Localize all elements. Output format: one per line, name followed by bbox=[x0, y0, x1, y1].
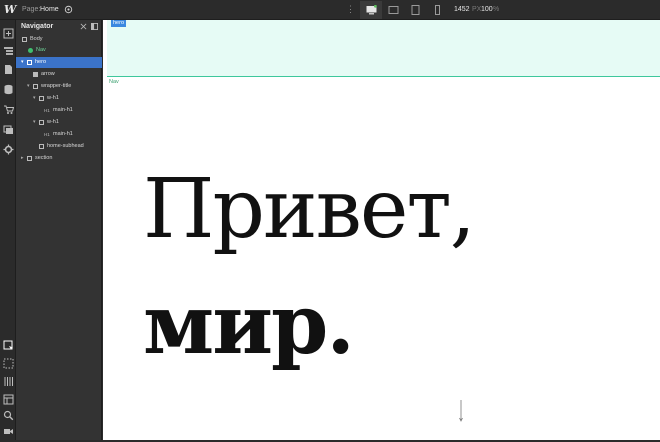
tree-item-arrow[interactable]: arrow bbox=[16, 69, 102, 80]
select-tool-button[interactable] bbox=[3, 338, 14, 350]
zoom-unit: % bbox=[493, 6, 500, 13]
grid-columns-icon bbox=[4, 377, 13, 386]
dock-panel-icon[interactable] bbox=[91, 23, 98, 30]
settings-panel-button[interactable] bbox=[3, 142, 14, 155]
tree-item-w-h1[interactable]: ▾ w-h1 bbox=[16, 117, 102, 128]
nav-symbol-tag[interactable]: Nav bbox=[109, 79, 119, 85]
tree-item-main-h1[interactable]: H1 main-h1 bbox=[16, 105, 102, 116]
mobile-icon bbox=[434, 5, 440, 15]
cursor-select-icon bbox=[3, 340, 13, 350]
desktop-icon bbox=[366, 5, 377, 15]
navigator-panel: Navigator Body Nav ▾ hero arrow ▾ wrappe… bbox=[16, 20, 102, 440]
preview-layout-button[interactable] bbox=[3, 392, 14, 405]
tree-item-section[interactable]: ▸ section bbox=[16, 153, 102, 164]
caret-down-icon[interactable]: ▾ bbox=[33, 117, 36, 128]
caret-down-icon[interactable]: ▾ bbox=[27, 81, 30, 92]
tablet-landscape-icon bbox=[388, 6, 398, 14]
caret-right-icon[interactable]: ▸ bbox=[21, 153, 24, 164]
top-toolbar: W Page: Home ⋮ 1452 PX 100 % bbox=[0, 0, 660, 20]
body-icon bbox=[22, 37, 27, 42]
ecommerce-panel-button[interactable] bbox=[3, 102, 15, 114]
tree-item-w-h1[interactable]: ▾ w-h1 bbox=[16, 93, 102, 104]
collapse-icon[interactable] bbox=[80, 23, 87, 30]
database-icon bbox=[4, 84, 13, 95]
gear-icon bbox=[3, 144, 14, 155]
tree-item-nav[interactable]: Nav bbox=[16, 45, 102, 56]
navigator-panel-button[interactable] bbox=[3, 44, 14, 55]
pages-icon bbox=[5, 65, 12, 74]
search-button[interactable] bbox=[3, 408, 14, 421]
video-tutorials-button[interactable] bbox=[3, 424, 14, 435]
main-heading-line-2[interactable]: мир. bbox=[143, 280, 355, 370]
caret-down-icon[interactable]: ▾ bbox=[21, 57, 24, 68]
panel-title: Navigator bbox=[21, 23, 54, 30]
cms-panel-button[interactable] bbox=[3, 82, 14, 95]
tree-item-main-h1[interactable]: H1 main-h1 bbox=[16, 129, 102, 140]
canvas-width-value[interactable]: 1452 bbox=[454, 6, 470, 13]
cart-icon bbox=[4, 105, 15, 114]
selected-element-tag[interactable]: hero bbox=[111, 20, 127, 27]
left-toolbar bbox=[0, 20, 16, 440]
design-canvas[interactable]: hero Nav Привет, мир. bbox=[103, 20, 660, 440]
tree-item-hero[interactable]: ▾ hero bbox=[16, 57, 102, 68]
caret-down-icon[interactable]: ▾ bbox=[33, 93, 36, 104]
div-block-icon bbox=[39, 120, 44, 125]
heading-icon: H1 bbox=[44, 108, 50, 113]
x-ray-button[interactable] bbox=[3, 374, 14, 386]
div-block-icon bbox=[33, 84, 38, 89]
heading-icon: H1 bbox=[44, 132, 50, 137]
page-selector[interactable]: Home bbox=[40, 6, 59, 13]
tablet-landscape-breakpoint-button[interactable] bbox=[382, 1, 404, 19]
image-icon bbox=[33, 72, 38, 77]
element-outline-button[interactable] bbox=[3, 356, 14, 369]
assets-panel-button[interactable] bbox=[3, 122, 14, 134]
tree-item-wrapper-title[interactable]: ▾ wrapper-title bbox=[16, 81, 102, 92]
main-heading-line-1[interactable]: Привет, bbox=[143, 165, 476, 255]
tree-item-home-subhead[interactable]: home-subhead bbox=[16, 141, 102, 152]
canvas-width-unit: PX bbox=[472, 6, 482, 13]
zoom-value[interactable]: 100 bbox=[481, 6, 493, 13]
tablet-portrait-breakpoint-button[interactable] bbox=[404, 1, 426, 19]
search-icon bbox=[3, 410, 14, 421]
symbol-icon bbox=[28, 48, 33, 53]
scroll-arrow-icon[interactable] bbox=[459, 400, 463, 422]
preview-eye-icon[interactable] bbox=[64, 5, 73, 14]
layout-icon bbox=[3, 394, 14, 405]
page-label: Page: bbox=[22, 6, 41, 13]
hero-section[interactable]: hero bbox=[107, 20, 660, 77]
section-icon bbox=[27, 60, 32, 65]
video-camera-icon bbox=[4, 429, 13, 434]
section-icon bbox=[27, 156, 32, 161]
webflow-logo[interactable]: W bbox=[4, 3, 16, 16]
more-options-icon[interactable]: ⋮ bbox=[346, 4, 355, 15]
mobile-breakpoint-button[interactable] bbox=[426, 1, 448, 19]
tablet-portrait-icon bbox=[411, 5, 419, 15]
add-icon bbox=[3, 28, 14, 39]
assets-icon bbox=[3, 125, 13, 134]
navigator-icon bbox=[4, 47, 13, 55]
text-block-icon bbox=[39, 144, 44, 149]
tree-item-body[interactable]: Body bbox=[16, 34, 102, 45]
add-panel-button[interactable] bbox=[3, 26, 14, 39]
desktop-breakpoint-button[interactable] bbox=[360, 1, 382, 19]
pages-panel-button[interactable] bbox=[3, 62, 14, 74]
dashed-box-icon bbox=[3, 358, 14, 369]
div-block-icon bbox=[39, 96, 44, 101]
